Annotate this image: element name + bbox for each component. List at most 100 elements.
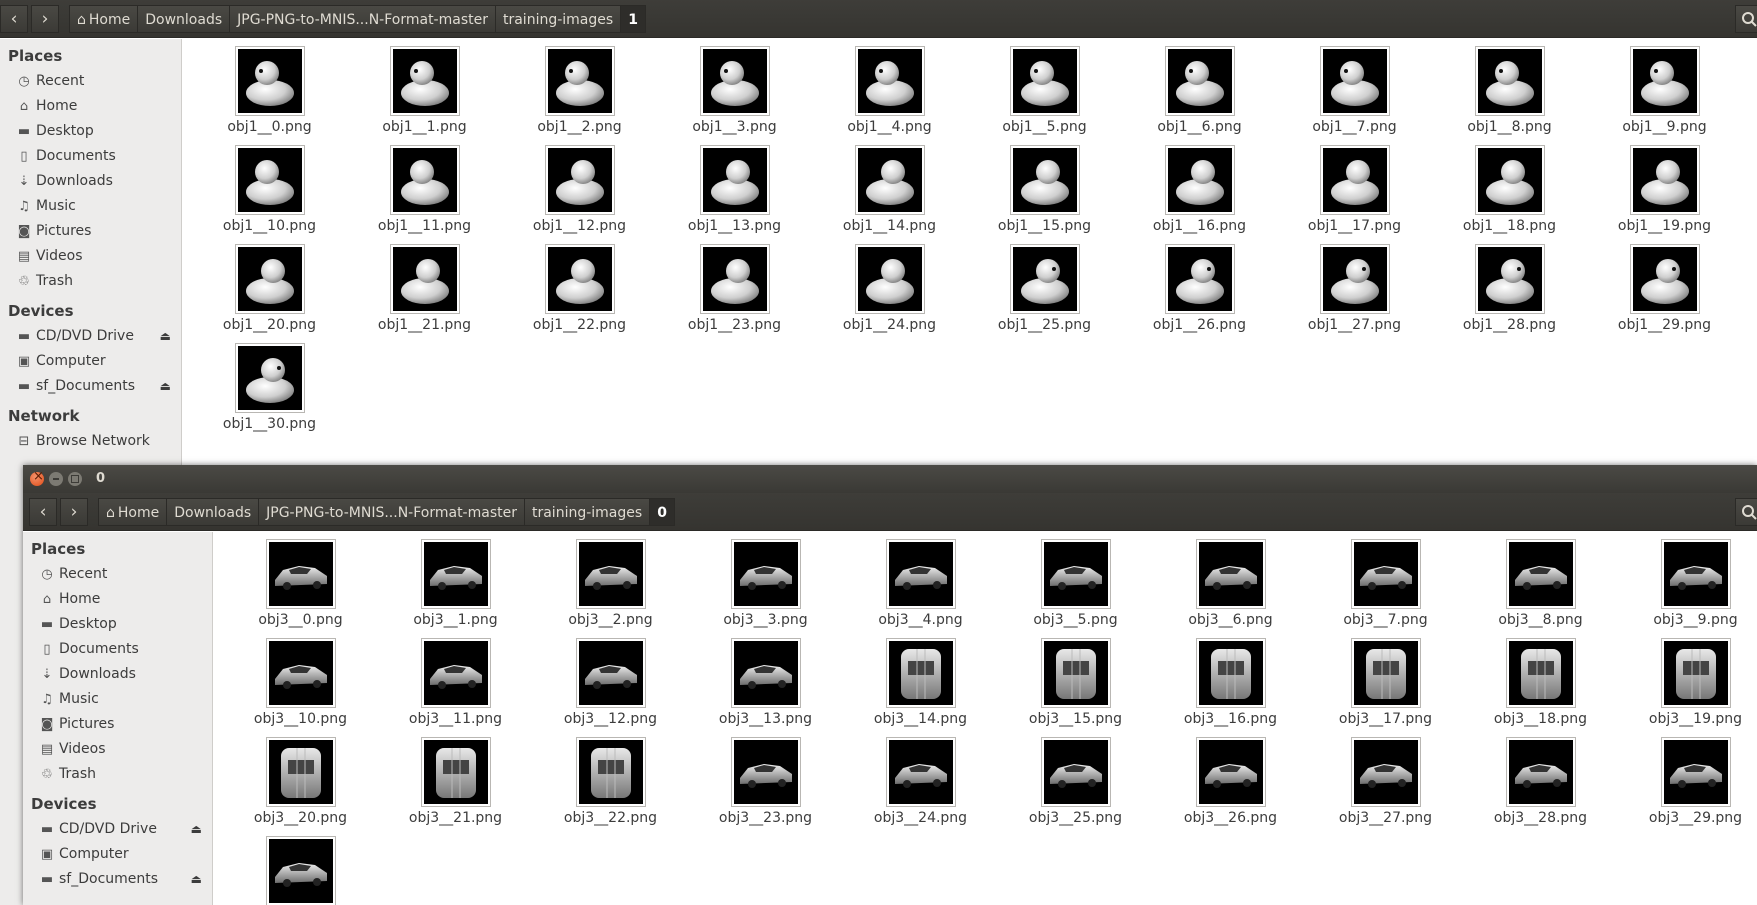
breadcrumb-item[interactable]: 1: [621, 5, 646, 33]
sidebar-item-browse-network[interactable]: ⊟ Browse Network: [0, 429, 181, 454]
file-item[interactable]: obj3__2.png: [533, 539, 688, 639]
file-item[interactable]: obj1__29.png: [1587, 244, 1742, 344]
file-item[interactable]: obj3__0.png: [223, 539, 378, 639]
file-item[interactable]: obj3__7.png: [1308, 539, 1463, 639]
file-item[interactable]: obj1__20.png: [192, 244, 347, 344]
sidebar-item-music[interactable]: ♫ Music: [23, 687, 212, 712]
file-item[interactable]: obj3__22.png: [533, 737, 688, 837]
sidebar-item-computer[interactable]: ▣ Computer: [0, 349, 181, 374]
file-item[interactable]: obj1__28.png: [1432, 244, 1587, 344]
sidebar-item-home[interactable]: ⌂ Home: [23, 587, 212, 612]
file-item[interactable]: [223, 836, 378, 905]
sidebar-item-trash[interactable]: ♲ Trash: [0, 269, 181, 294]
sidebar-item-music[interactable]: ♫ Music: [0, 194, 181, 219]
title-bar[interactable]: 0: [23, 465, 1757, 493]
file-item[interactable]: obj3__8.png: [1463, 539, 1618, 639]
file-item[interactable]: obj1__21.png: [347, 244, 502, 344]
file-item[interactable]: obj1__14.png: [812, 145, 967, 245]
forward-button[interactable]: ›: [60, 498, 88, 526]
file-item[interactable]: obj3__10.png: [223, 638, 378, 738]
sidebar-item-videos[interactable]: ▤ Videos: [0, 244, 181, 269]
minimize-window-button[interactable]: [49, 472, 63, 486]
file-item[interactable]: obj1__12.png: [502, 145, 657, 245]
close-window-button[interactable]: [30, 469, 44, 486]
breadcrumb-item[interactable]: JPG-PNG-to-MNIS...N-Format-master: [259, 498, 525, 526]
breadcrumb-item[interactable]: training-images: [524, 498, 651, 526]
file-item[interactable]: obj1__10.png: [192, 145, 347, 245]
file-item[interactable]: obj3__12.png: [533, 638, 688, 738]
file-item[interactable]: obj3__23.png: [688, 737, 843, 837]
file-item[interactable]: obj3__17.png: [1308, 638, 1463, 738]
file-item[interactable]: obj1__11.png: [347, 145, 502, 245]
eject-icon[interactable]: ⏏: [191, 867, 202, 892]
sidebar-item-desktop[interactable]: ▬ Desktop: [23, 612, 212, 637]
breadcrumb-home[interactable]: ⌂ Home: [98, 498, 168, 526]
file-item[interactable]: obj3__29.png: [1618, 737, 1757, 837]
sidebar-item-home[interactable]: ⌂ Home: [0, 94, 181, 119]
file-item[interactable]: obj1__13.png: [657, 145, 812, 245]
file-item[interactable]: obj3__3.png: [688, 539, 843, 639]
file-item[interactable]: obj3__13.png: [688, 638, 843, 738]
file-item[interactable]: obj1__9.png: [1587, 46, 1742, 146]
breadcrumb-item[interactable]: 0: [650, 498, 675, 526]
sidebar-item-computer[interactable]: ▣ Computer: [23, 842, 212, 867]
file-item[interactable]: obj1__23.png: [657, 244, 812, 344]
file-item[interactable]: obj1__17.png: [1277, 145, 1432, 245]
file-item[interactable]: obj3__1.png: [378, 539, 533, 639]
file-item[interactable]: obj3__25.png: [998, 737, 1153, 837]
file-item[interactable]: obj1__25.png: [967, 244, 1122, 344]
file-item[interactable]: obj3__26.png: [1153, 737, 1308, 837]
sidebar-item-documents[interactable]: ▯ Documents: [23, 637, 212, 662]
sidebar-item-desktop[interactable]: ▬ Desktop: [0, 119, 181, 144]
file-item[interactable]: obj1__16.png: [1122, 145, 1277, 245]
file-item[interactable]: obj1__27.png: [1277, 244, 1432, 344]
back-button[interactable]: ‹: [29, 498, 57, 526]
file-item[interactable]: obj1__30.png: [192, 343, 347, 443]
file-item[interactable]: obj1__19.png: [1587, 145, 1742, 245]
file-item[interactable]: obj1__7.png: [1277, 46, 1432, 146]
eject-icon[interactable]: ⏏: [160, 324, 171, 349]
sidebar-item-documents[interactable]: ▯ Documents: [0, 144, 181, 169]
sidebar-item-pictures[interactable]: ◙ Pictures: [0, 219, 181, 244]
file-item[interactable]: obj3__16.png: [1153, 638, 1308, 738]
breadcrumb-item[interactable]: Downloads: [138, 5, 231, 33]
sidebar-item-recent[interactable]: ◷ Recent: [23, 562, 212, 587]
file-item[interactable]: obj3__11.png: [378, 638, 533, 738]
file-item[interactable]: obj3__9.png: [1618, 539, 1757, 639]
file-item[interactable]: obj1__5.png: [967, 46, 1122, 146]
sidebar-item-downloads[interactable]: ⇣ Downloads: [23, 662, 212, 687]
breadcrumb-item[interactable]: training-images: [495, 5, 622, 33]
file-item[interactable]: obj3__24.png: [843, 737, 998, 837]
file-item[interactable]: obj1__6.png: [1122, 46, 1277, 146]
sidebar-item-cd-dvd-drive[interactable]: ▬ CD/DVD Drive ⏏: [23, 817, 212, 842]
file-item[interactable]: obj3__5.png: [998, 539, 1153, 639]
file-item[interactable]: obj3__27.png: [1308, 737, 1463, 837]
sidebar-item-sf-documents[interactable]: ▬ sf_Documents ⏏: [0, 374, 181, 399]
back-button[interactable]: ‹: [0, 5, 28, 33]
file-item[interactable]: obj1__4.png: [812, 46, 967, 146]
eject-icon[interactable]: ⏏: [160, 374, 171, 399]
search-button[interactable]: [1735, 5, 1757, 33]
file-item[interactable]: obj3__15.png: [998, 638, 1153, 738]
eject-icon[interactable]: ⏏: [191, 817, 202, 842]
sidebar-item-cd-dvd-drive[interactable]: ▬ CD/DVD Drive ⏏: [0, 324, 181, 349]
file-item[interactable]: obj1__3.png: [657, 46, 812, 146]
file-item[interactable]: obj1__26.png: [1122, 244, 1277, 344]
breadcrumb-item[interactable]: JPG-PNG-to-MNIS...N-Format-master: [230, 5, 496, 33]
file-item[interactable]: obj1__15.png: [967, 145, 1122, 245]
sidebar-item-trash[interactable]: ♲ Trash: [23, 762, 212, 787]
file-item[interactable]: obj1__22.png: [502, 244, 657, 344]
file-item[interactable]: obj1__8.png: [1432, 46, 1587, 146]
maximize-window-button[interactable]: [68, 472, 82, 486]
file-item[interactable]: obj1__0.png: [192, 46, 347, 146]
file-item[interactable]: obj3__21.png: [378, 737, 533, 837]
file-item[interactable]: obj3__18.png: [1463, 638, 1618, 738]
file-item[interactable]: obj3__19.png: [1618, 638, 1757, 738]
sidebar-item-videos[interactable]: ▤ Videos: [23, 737, 212, 762]
breadcrumb-item[interactable]: Downloads: [167, 498, 260, 526]
sidebar-item-pictures[interactable]: ◙ Pictures: [23, 712, 212, 737]
file-item[interactable]: obj3__4.png: [843, 539, 998, 639]
file-item[interactable]: obj1__1.png: [347, 46, 502, 146]
file-item[interactable]: obj3__14.png: [843, 638, 998, 738]
sidebar-item-sf-documents[interactable]: ▬ sf_Documents ⏏: [23, 867, 212, 892]
